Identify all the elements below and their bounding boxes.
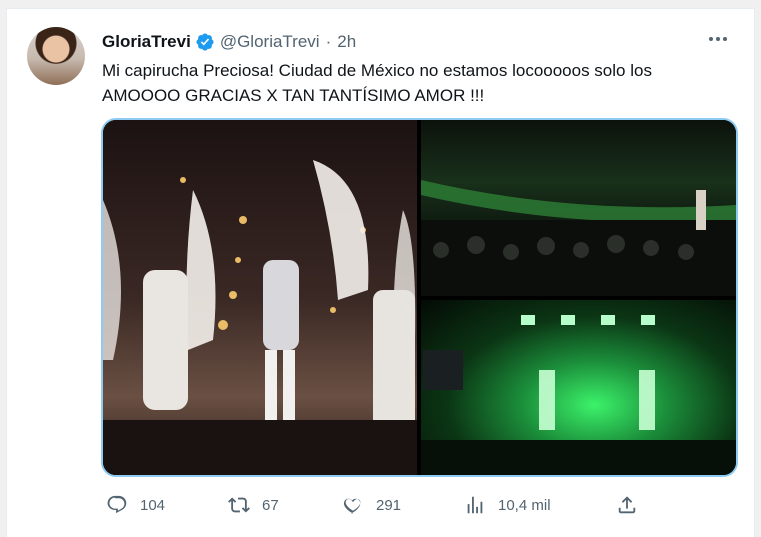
like-button[interactable]: 291 xyxy=(342,493,401,517)
tweet-text-line: Mi capirucha Preciosa! Ciudad de México … xyxy=(102,61,652,80)
photo-green-stage-lights[interactable] xyxy=(421,300,736,475)
like-count: 291 xyxy=(376,496,402,514)
tweet-actions: 104 67 291 10,4 mil xyxy=(102,493,742,517)
retweet-button[interactable]: 67 xyxy=(228,493,279,517)
retweet-icon xyxy=(228,497,250,513)
photo-stage-performers-art xyxy=(103,160,417,475)
display-name[interactable]: GloriaTrevi xyxy=(102,32,191,52)
share-button[interactable] xyxy=(616,493,650,517)
views-button[interactable]: 10,4 mil xyxy=(464,493,551,517)
separator-dot: · xyxy=(325,32,332,51)
retweet-count: 67 xyxy=(262,496,279,514)
tweet-text-line: AMOOOO GRACIAS X TAN TANTÍSIMO AMOR !!! xyxy=(102,86,485,105)
media-grid xyxy=(101,118,738,477)
more-icon[interactable] xyxy=(702,27,734,51)
verified-badge-icon xyxy=(196,33,214,51)
photo-stage-performers[interactable] xyxy=(103,120,417,475)
avatar[interactable] xyxy=(27,27,85,85)
tweet-card[interactable]: GloriaTrevi @GloriaTrevi · 2h Mi capiruc… xyxy=(6,8,755,537)
reply-count: 104 xyxy=(140,496,166,514)
photo-arena-crowd[interactable] xyxy=(421,120,736,296)
share-icon xyxy=(618,496,636,514)
views-icon xyxy=(467,496,483,514)
reply-icon xyxy=(107,495,127,514)
photo-green-stage-lights-art xyxy=(421,315,736,475)
like-icon xyxy=(343,498,361,514)
views-count: 10,4 mil xyxy=(498,496,551,514)
reply-button[interactable]: 104 xyxy=(106,493,165,517)
photo-arena-crowd-art xyxy=(421,180,736,296)
timestamp[interactable]: 2h xyxy=(337,32,356,52)
tweet-text: Mi capirucha Preciosa! Ciudad de México … xyxy=(102,58,732,108)
tweet-header: GloriaTrevi @GloriaTrevi · 2h xyxy=(102,31,356,53)
user-handle[interactable]: @GloriaTrevi xyxy=(220,32,320,52)
